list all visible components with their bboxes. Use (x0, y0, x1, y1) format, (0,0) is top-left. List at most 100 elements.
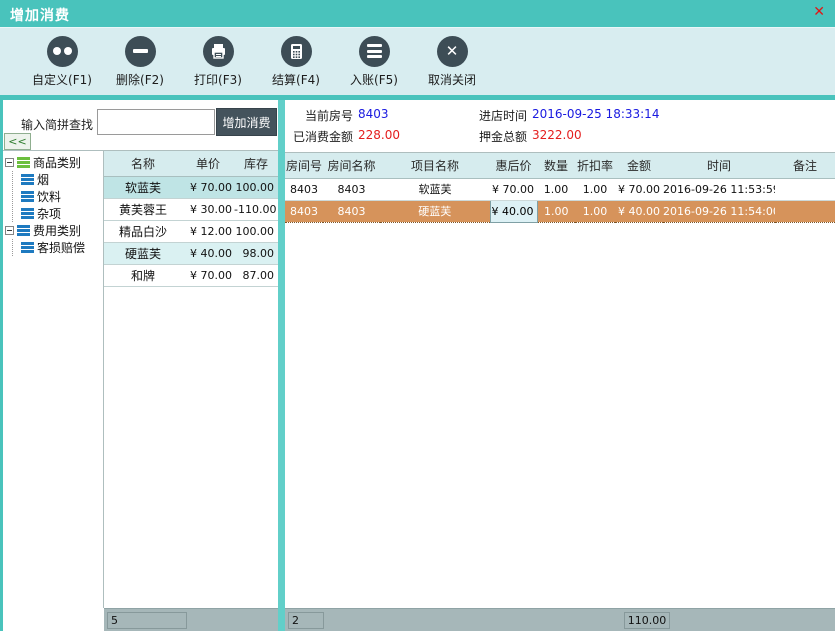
column-header-amount[interactable]: 金额 (615, 153, 663, 178)
order-cell-time[interactable]: 2016-09-26 11:53:59 (663, 178, 775, 200)
column-header-qty[interactable]: 数量 (537, 153, 575, 178)
product-cell-price[interactable]: ¥ 12.00 (182, 220, 234, 242)
panel-divider[interactable] (278, 100, 285, 631)
order-cell-price[interactable]: ¥ 70.00 (490, 178, 537, 200)
checkin-time-label: 进店时间 (445, 107, 527, 123)
consumed-amount-value: 228.00 (358, 128, 400, 144)
tree-item-damage-compensation[interactable]: 客损赔偿 (21, 239, 103, 256)
column-header-item[interactable]: 项目名称 (380, 153, 490, 178)
delete-button[interactable]: 删除(F2) (101, 28, 179, 95)
tree-item-label: 饮料 (37, 188, 61, 205)
room-info: 当前房号 8403 进店时间 2016-09-25 18:33:14 已消费金额… (285, 100, 835, 152)
print-button[interactable]: 打印(F3) (179, 28, 257, 95)
list-icon (359, 36, 390, 67)
deposit-total-label: 押金总额 (445, 128, 527, 144)
product-cell-price[interactable]: ¥ 40.00 (182, 242, 234, 264)
tree-item-cigarette[interactable]: 烟 (21, 171, 103, 188)
product-cell-name[interactable]: 软蓝芙 (104, 176, 182, 198)
window-title: 增加消费 (10, 5, 70, 25)
order-cell-room_name[interactable]: 8403 (323, 200, 380, 222)
order-cell-item[interactable]: 软蓝芙 (380, 178, 490, 200)
customize-button[interactable]: 自定义(F1) (23, 28, 101, 95)
product-cell-name[interactable]: 硬蓝芙 (104, 242, 182, 264)
post-account-button[interactable]: 入账(F5) (335, 28, 413, 95)
order-cell-room_name[interactable]: 8403 (323, 178, 380, 200)
category-list-icon (17, 157, 30, 168)
close-icon: ✕ (437, 36, 468, 67)
column-header-note[interactable]: 备注 (775, 153, 835, 178)
tree-item-label: 烟 (37, 171, 49, 188)
product-cell-stock[interactable]: 100.00 (234, 176, 278, 198)
tree-item-label: 客损赔偿 (37, 239, 85, 256)
product-row[interactable]: 黄芙蓉王¥ 30.00-110.00 (104, 198, 278, 220)
collapse-expander-icon[interactable] (5, 226, 14, 235)
tree-item-drinks[interactable]: 饮料 (21, 188, 103, 205)
collapse-expander-icon[interactable] (5, 158, 14, 167)
column-header-room[interactable]: 房间号 (285, 153, 323, 178)
product-cell-name[interactable]: 精品白沙 (104, 220, 182, 242)
product-cell-name[interactable]: 和牌 (104, 264, 182, 286)
column-header-price[interactable]: 惠后价 (490, 153, 537, 178)
category-list-icon (21, 191, 34, 202)
order-cell-room[interactable]: 8403 (285, 178, 323, 200)
printer-icon (203, 36, 234, 67)
room-number-label: 当前房号 (285, 107, 353, 123)
product-row[interactable]: 精品白沙¥ 12.00100.00 (104, 220, 278, 242)
minus-icon (125, 36, 156, 67)
order-cell-discount[interactable]: 1.00 (575, 178, 615, 200)
product-row[interactable]: 和牌¥ 70.0087.00 (104, 264, 278, 286)
tree-item-expense-category[interactable]: 费用类别 (5, 222, 103, 239)
order-cell-note[interactable] (775, 178, 835, 200)
add-consume-button[interactable]: 增加消费 (216, 108, 277, 136)
product-cell-stock[interactable]: 87.00 (234, 264, 278, 286)
product-cell-stock[interactable]: 100.00 (234, 220, 278, 242)
product-cell-price[interactable]: ¥ 70.00 (182, 176, 234, 198)
collapse-button[interactable]: << (4, 133, 31, 150)
tree-children: 烟 饮料 杂项 (12, 171, 103, 222)
order-cell-amount[interactable]: ¥ 40.00 (615, 200, 663, 222)
order-table-footer: 2 110.00 (285, 608, 835, 631)
toolbar-button-label: 打印(F3) (194, 71, 242, 88)
add-consumption-window: 增加消费 ✕ 自定义(F1) 删除(F2) 打印(F3) 结算(F4) 入账(F… (0, 0, 835, 631)
window-close-icon[interactable]: ✕ (813, 4, 825, 20)
product-cell-price[interactable]: ¥ 30.00 (182, 198, 234, 220)
column-header-stock[interactable]: 库存 (234, 151, 278, 176)
column-header-time[interactable]: 时间 (663, 153, 775, 178)
category-list-icon (21, 174, 34, 185)
product-cell-stock[interactable]: -110.00 (234, 198, 278, 220)
product-row[interactable]: 硬蓝芙¥ 40.0098.00 (104, 242, 278, 264)
column-header-name[interactable]: 名称 (104, 151, 182, 176)
tree-item-goods-category[interactable]: 商品类别 (5, 154, 103, 171)
product-cell-name[interactable]: 黄芙蓉王 (104, 198, 182, 220)
order-cell-room[interactable]: 8403 (285, 200, 323, 222)
order-cell-note[interactable] (775, 200, 835, 222)
toolbar-button-label: 删除(F2) (116, 71, 164, 88)
column-header-discount[interactable]: 折扣率 (575, 153, 615, 178)
order-row[interactable]: 84038403硬蓝芙¥ 40.001.001.00¥ 40.002016-09… (285, 200, 835, 222)
settle-button[interactable]: 结算(F4) (257, 28, 335, 95)
product-table: 名称 单价 库存 软蓝芙¥ 70.00100.00黄芙蓉王¥ 30.00-110… (104, 150, 278, 608)
column-header-room-name[interactable]: 房间名称 (323, 153, 380, 178)
order-cell-qty[interactable]: 1.00 (537, 200, 575, 222)
order-total: 110.00 (624, 612, 670, 629)
order-cell-item[interactable]: 硬蓝芙 (380, 200, 490, 222)
order-cell-qty[interactable]: 1.00 (537, 178, 575, 200)
cancel-close-button[interactable]: ✕ 取消关闭 (413, 28, 491, 95)
search-input[interactable] (97, 109, 215, 135)
product-cell-price[interactable]: ¥ 70.00 (182, 264, 234, 286)
product-count: 5 (107, 612, 187, 629)
order-cell-time[interactable]: 2016-09-26 11:54:00 (663, 200, 775, 222)
order-table-header: 房间号 房间名称 项目名称 惠后价 数量 折扣率 金额 时间 备注 (285, 153, 835, 178)
tree-item-label: 费用类别 (33, 222, 81, 239)
order-cell-discount[interactable]: 1.00 (575, 200, 615, 222)
toolbar-button-label: 取消关闭 (428, 71, 476, 88)
order-row[interactable]: 84038403软蓝芙¥ 70.001.001.00¥ 70.002016-09… (285, 178, 835, 200)
tree-item-misc[interactable]: 杂项 (21, 205, 103, 222)
column-header-price[interactable]: 单价 (182, 151, 234, 176)
order-cell-amount[interactable]: ¥ 70.00 (615, 178, 663, 200)
product-cell-stock[interactable]: 98.00 (234, 242, 278, 264)
consumed-amount-label: 已消费金额 (285, 128, 353, 144)
product-table-header: 名称 单价 库存 (104, 151, 278, 176)
order-cell-price[interactable]: ¥ 40.00 (490, 200, 537, 222)
product-row[interactable]: 软蓝芙¥ 70.00100.00 (104, 176, 278, 198)
